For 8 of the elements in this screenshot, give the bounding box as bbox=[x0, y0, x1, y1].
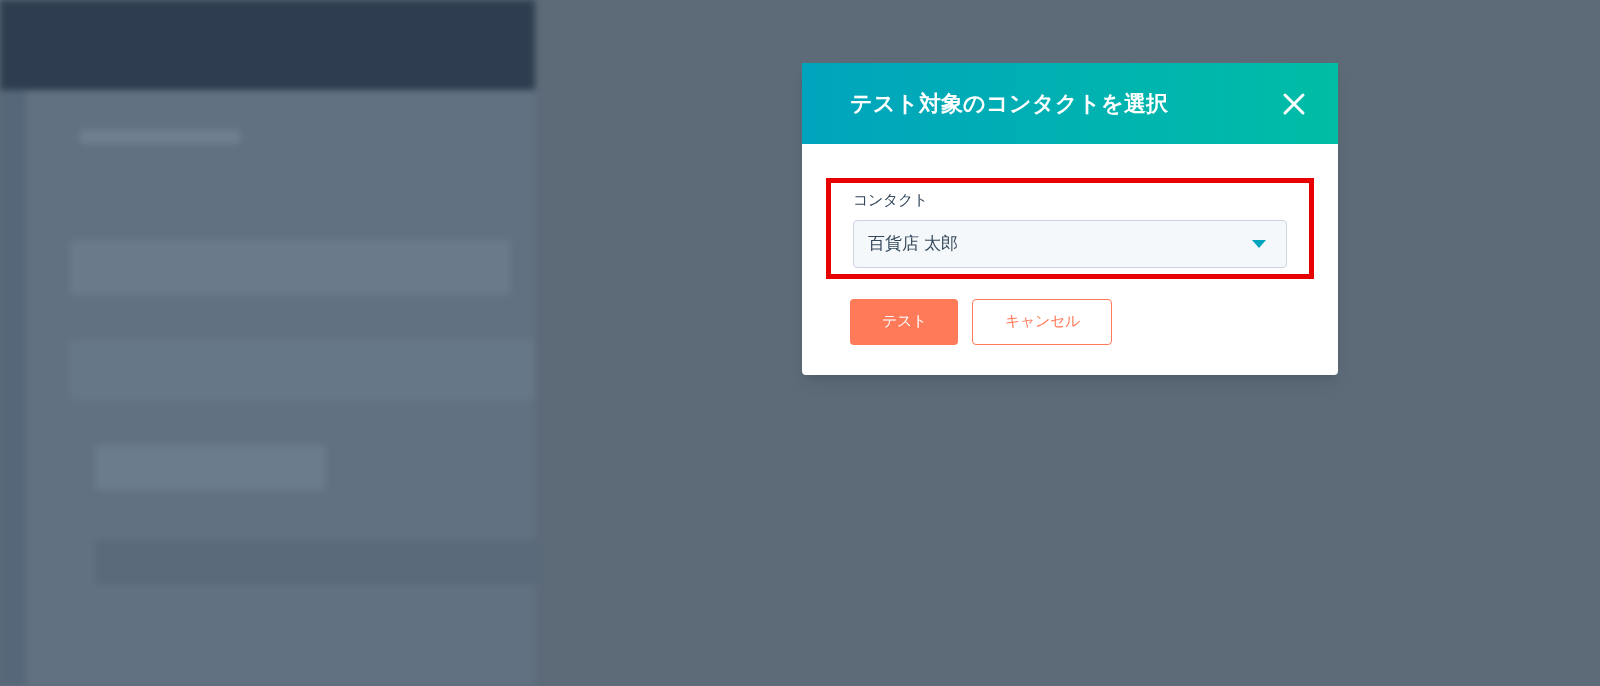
field-label: コンタクト bbox=[853, 190, 929, 211]
dialog-title: テスト対象のコンタクトを選択 bbox=[850, 90, 1168, 118]
caret-icon bbox=[1252, 239, 1266, 248]
contact-select[interactable]: 百貨店 太郎 bbox=[853, 219, 1287, 268]
test-button[interactable]: テスト bbox=[850, 298, 958, 345]
close-icon bbox=[1282, 91, 1306, 116]
cancel-button[interactable]: キャンセル bbox=[972, 298, 1112, 345]
select-value: 百貨店 太郎 bbox=[868, 231, 959, 255]
